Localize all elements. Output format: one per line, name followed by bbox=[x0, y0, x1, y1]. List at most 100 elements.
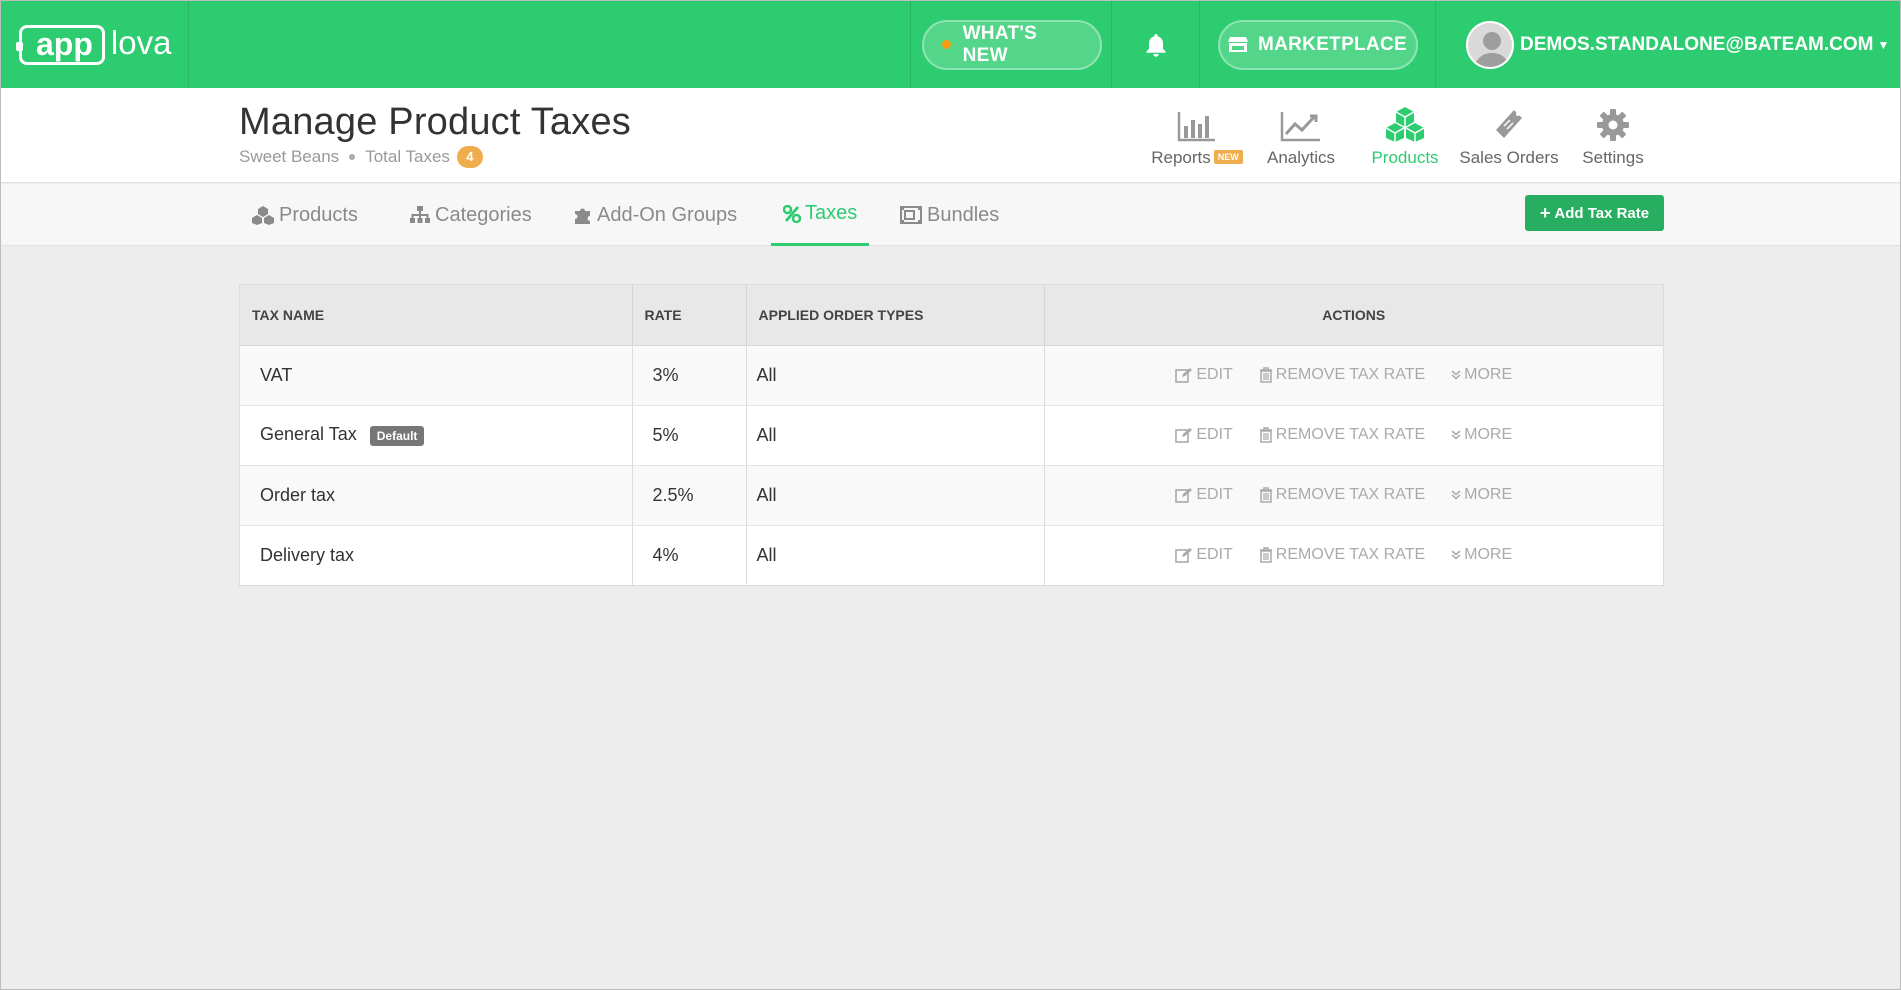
column-header-actions: ACTIONS bbox=[1044, 285, 1663, 346]
edit-icon bbox=[1175, 368, 1193, 383]
notifications-button[interactable] bbox=[1111, 1, 1199, 88]
add-tax-rate-button[interactable]: + Add Tax Rate bbox=[1525, 195, 1664, 231]
tax-table: TAX NAME RATE APPLIED ORDER TYPES ACTION… bbox=[239, 284, 1664, 586]
actions-cell: EDIT REMOVE TAX RATE MORE bbox=[1044, 465, 1663, 526]
more-button[interactable]: MORE bbox=[1451, 486, 1512, 504]
more-button[interactable]: MORE bbox=[1451, 366, 1512, 384]
nav-sales-orders[interactable]: Sales Orders bbox=[1457, 102, 1561, 168]
tab-add-on-groups[interactable]: Add-On Groups bbox=[561, 184, 749, 246]
logo-area[interactable]: app lova bbox=[1, 1, 189, 88]
tab-categories[interactable]: Categories bbox=[397, 184, 544, 246]
table-header-row: TAX NAME RATE APPLIED ORDER TYPES ACTION… bbox=[240, 285, 1663, 346]
applied-order-types: All bbox=[746, 345, 1045, 406]
edit-label: EDIT bbox=[1196, 546, 1233, 564]
edit-button[interactable]: EDIT bbox=[1175, 546, 1233, 564]
applied-order-types: All bbox=[746, 525, 1045, 585]
total-taxes-label: Total Taxes bbox=[365, 147, 450, 166]
nav-products[interactable]: Products bbox=[1353, 102, 1457, 168]
actions-cell: EDIT REMOVE TAX RATE MORE bbox=[1044, 345, 1663, 406]
trash-icon bbox=[1259, 427, 1272, 443]
marketplace-button[interactable]: MARKETPLACE bbox=[1217, 19, 1418, 70]
remove-tax-rate-button[interactable]: REMOVE TAX RATE bbox=[1259, 366, 1425, 384]
gear-icon bbox=[1561, 102, 1665, 142]
tax-name: General Tax bbox=[260, 424, 357, 445]
applied-order-types: All bbox=[746, 405, 1045, 466]
double-chevron-down-icon bbox=[1451, 490, 1461, 500]
edit-label: EDIT bbox=[1196, 486, 1233, 503]
logo-lova-text: lova bbox=[110, 23, 172, 61]
column-header-applied-order-types[interactable]: APPLIED ORDER TYPES bbox=[746, 285, 1045, 346]
applied-order-types: All bbox=[746, 465, 1045, 526]
trash-icon bbox=[1259, 367, 1272, 383]
nav-reports-label: Reports bbox=[1151, 148, 1211, 167]
more-label: MORE bbox=[1464, 546, 1513, 564]
trash-icon bbox=[1259, 547, 1272, 563]
column-header-rate[interactable]: RATE bbox=[632, 285, 747, 346]
remove-tax-rate-label: REMOVE TAX RATE bbox=[1275, 486, 1426, 503]
table-row: General Tax Default 5% All EDIT REMOVE T… bbox=[240, 405, 1663, 466]
notification-dot bbox=[942, 40, 951, 49]
remove-tax-rate-button[interactable]: REMOVE TAX RATE bbox=[1259, 426, 1425, 444]
avatar bbox=[1466, 20, 1514, 69]
more-label: MORE bbox=[1464, 486, 1513, 503]
whats-new-button[interactable]: WHAT'S NEW bbox=[922, 19, 1102, 70]
more-button[interactable]: MORE bbox=[1451, 546, 1512, 564]
plus-icon: + bbox=[1539, 202, 1551, 223]
edit-label: EDIT bbox=[1196, 426, 1233, 443]
tax-name-cell: Order tax bbox=[240, 465, 633, 526]
tab-bundles[interactable]: Bundles bbox=[887, 184, 1011, 246]
nav-sales-orders-label: Sales Orders bbox=[1459, 148, 1559, 167]
tax-rate: 2.5% bbox=[632, 465, 747, 526]
percent-icon bbox=[783, 204, 801, 223]
tab-categories-label: Categories bbox=[435, 203, 532, 226]
nav-reports[interactable]: Reports NEW bbox=[1145, 102, 1249, 168]
default-badge: Default bbox=[369, 425, 425, 446]
page-header: Manage Product Taxes Sweet Beans Total T… bbox=[1, 88, 1900, 183]
tax-name-cell: General Tax Default bbox=[240, 405, 633, 466]
edit-icon bbox=[1175, 428, 1193, 443]
separator-dot bbox=[349, 154, 356, 160]
cubes-icon bbox=[251, 205, 275, 225]
marketplace-label: MARKETPLACE bbox=[1258, 33, 1407, 55]
whats-new-label: WHAT'S NEW bbox=[962, 22, 1038, 66]
line-chart-icon bbox=[1249, 102, 1353, 142]
nav-settings[interactable]: Settings bbox=[1561, 102, 1665, 168]
remove-tax-rate-button[interactable]: REMOVE TAX RATE bbox=[1259, 546, 1425, 564]
tab-products-label: Products bbox=[279, 203, 358, 226]
user-email: DEMOS.STANDALONE@BATEAM.COM bbox=[1520, 33, 1874, 55]
table-row: Order tax 2.5% All EDIT REMOVE TAX RATE … bbox=[240, 465, 1663, 526]
tax-rate: 5% bbox=[632, 405, 747, 466]
more-button[interactable]: MORE bbox=[1451, 426, 1512, 444]
logo-app-text: app bbox=[16, 24, 105, 65]
tab-taxes-label: Taxes bbox=[805, 202, 858, 224]
cubes-icon bbox=[1353, 102, 1457, 142]
column-header-tax-name[interactable]: TAX NAME bbox=[240, 285, 633, 346]
user-menu[interactable]: DEMOS.STANDALONE@BATEAM.COM ▼ bbox=[1435, 1, 1900, 88]
double-chevron-down-icon bbox=[1451, 370, 1461, 380]
tab-taxes[interactable]: Taxes bbox=[771, 184, 870, 246]
tax-name: Delivery tax bbox=[260, 544, 355, 565]
double-chevron-down-icon bbox=[1451, 550, 1461, 560]
nav-products-label: Products bbox=[1371, 148, 1439, 167]
new-badge: NEW bbox=[1213, 149, 1243, 164]
nav-settings-label: Settings bbox=[1582, 148, 1644, 167]
store-icon bbox=[1228, 36, 1249, 53]
product-subtabs: Products Categories Add-On Groups Taxes … bbox=[1, 184, 1900, 246]
total-count-badge: 4 bbox=[456, 146, 483, 168]
nav-analytics[interactable]: Analytics bbox=[1249, 102, 1353, 168]
tab-products[interactable]: Products bbox=[239, 184, 370, 246]
actions-cell: EDIT REMOVE TAX RATE MORE bbox=[1044, 405, 1663, 466]
remove-tax-rate-button[interactable]: REMOVE TAX RATE bbox=[1259, 486, 1425, 504]
edit-button[interactable]: EDIT bbox=[1175, 366, 1233, 384]
applova-logo[interactable]: app lova bbox=[16, 23, 172, 65]
remove-tax-rate-label: REMOVE TAX RATE bbox=[1275, 546, 1426, 564]
tax-name-cell: Delivery tax bbox=[240, 525, 633, 585]
sitemap-icon bbox=[409, 205, 431, 225]
add-tax-rate-label: Add Tax Rate bbox=[1554, 204, 1650, 222]
edit-button[interactable]: EDIT bbox=[1175, 426, 1233, 444]
remove-tax-rate-label: REMOVE TAX RATE bbox=[1275, 366, 1426, 383]
edit-icon bbox=[1175, 548, 1193, 564]
more-label: MORE bbox=[1464, 426, 1513, 443]
breadcrumb: Sweet Beans Total Taxes 4 bbox=[239, 146, 483, 168]
edit-button[interactable]: EDIT bbox=[1175, 486, 1233, 504]
